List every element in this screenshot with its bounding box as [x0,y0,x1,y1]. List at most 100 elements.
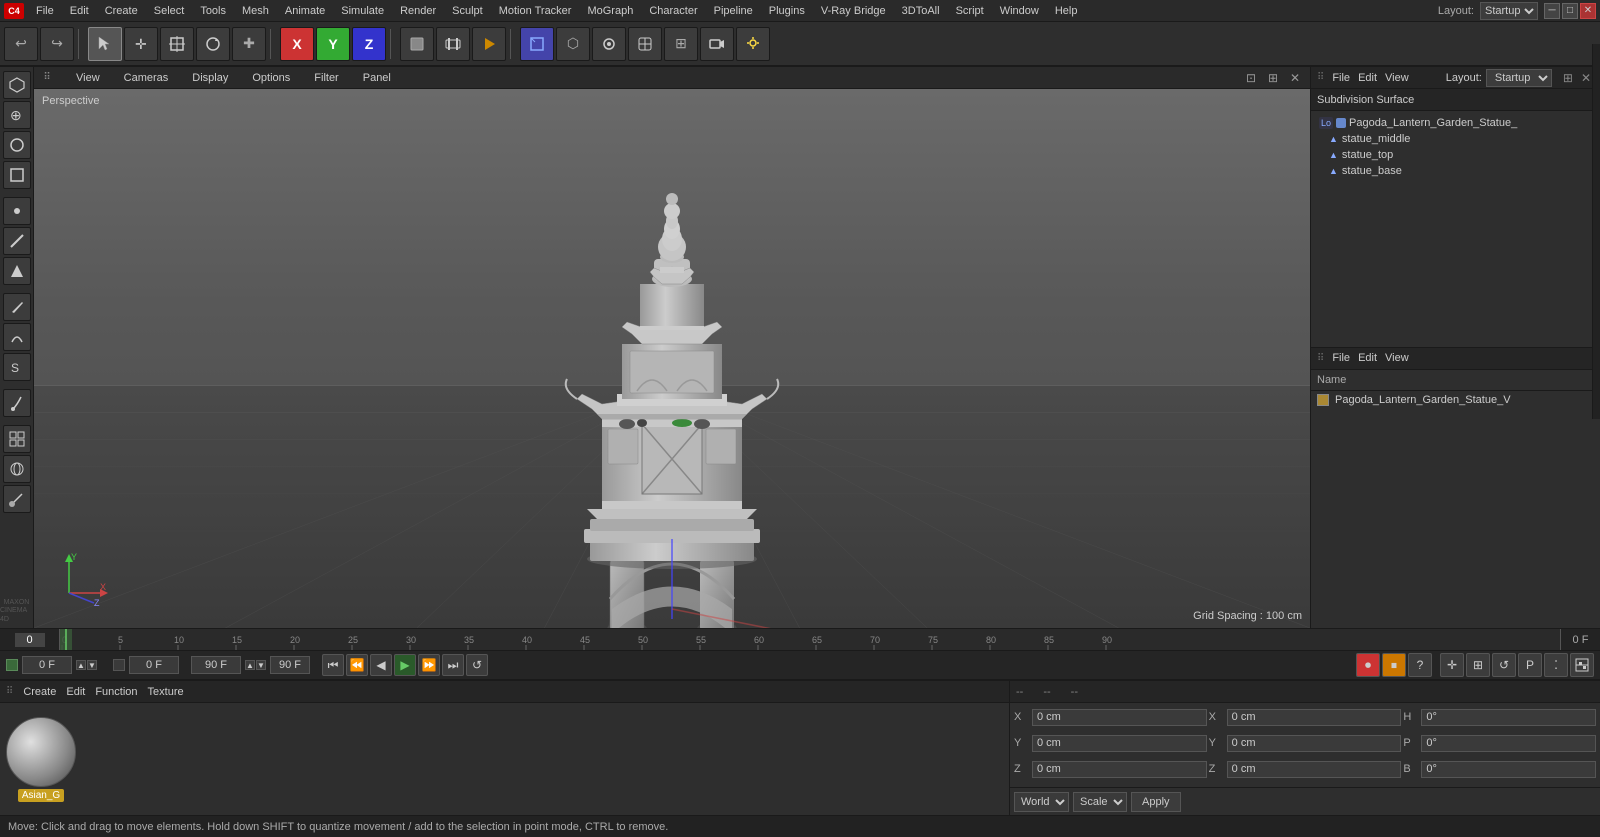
sidebar-smooth[interactable]: S [3,353,31,381]
menu-select[interactable]: Select [146,3,193,19]
menu-simulate[interactable]: Simulate [333,3,392,19]
dope-sheet-btn[interactable] [1570,653,1594,677]
menu-edit[interactable]: Edit [62,3,97,19]
transform-tool-btn[interactable]: ✚ [232,27,266,61]
vp-grip-icon[interactable]: ⠿ [40,71,54,85]
layout-select-rp[interactable]: Startup [1486,69,1552,87]
play-back-btn[interactable]: ◀ [370,654,392,676]
camera-btn[interactable] [700,27,734,61]
maximize-btn[interactable]: □ [1562,3,1578,19]
sidebar-knife[interactable] [3,293,31,321]
grid-view-btn[interactable]: ⊞ [664,27,698,61]
menu-sculpt[interactable]: Sculpt [444,3,491,19]
timeline-ruler[interactable]: 0 5 10 15 20 25 30 35 40 45 50 55 60 [60,629,1560,650]
sidebar-grid[interactable] [3,425,31,453]
sidebar-point-mode[interactable] [3,197,31,225]
vp-maximize-icon[interactable]: ⊡ [1242,69,1260,87]
scale-mode-select[interactable]: Scale [1073,792,1127,812]
frame-down-btn[interactable]: ▼ [87,660,97,670]
z-axis-btn[interactable]: Z [352,27,386,61]
select-tool-btn[interactable] [88,27,122,61]
menu-mograph[interactable]: MoGraph [579,3,641,19]
menu-3dtoall[interactable]: 3DToAll [894,3,948,19]
sidebar-brush[interactable] [3,389,31,417]
rpb-menu-view[interactable]: View [1385,352,1409,364]
scale-tool-btn[interactable] [160,27,194,61]
loop-btn[interactable]: ↺ [466,654,488,676]
vp-menu-options[interactable]: Options [246,70,296,86]
vp-menu-filter[interactable]: Filter [308,70,344,86]
vp-close-icon[interactable]: ✕ [1286,69,1304,87]
undo-btn[interactable]: ↩ [4,27,38,61]
menu-window[interactable]: Window [992,3,1047,19]
x-size-input[interactable] [1227,709,1402,726]
tree-item-statue-middle[interactable]: ▲ statue_middle [1325,131,1596,147]
dot-grid-btn[interactable]: ⁚ [1544,653,1568,677]
auto-key-btn[interactable]: ⏹ [1382,653,1406,677]
menu-pipeline[interactable]: Pipeline [706,3,761,19]
sidebar-paint[interactable] [3,485,31,513]
sidebar-bend[interactable] [3,323,31,351]
y-axis-btn[interactable]: Y [316,27,350,61]
menu-help[interactable]: Help [1047,3,1086,19]
light-btn[interactable] [736,27,770,61]
menu-plugins[interactable]: Plugins [761,3,813,19]
y-size-input[interactable] [1227,735,1402,752]
vp-menu-view[interactable]: View [70,70,106,86]
world-space-select[interactable]: World [1014,792,1069,812]
viewport[interactable]: Y X Z Perspective Grid Spacing : 100 cm [34,89,1310,628]
go-to-end-btn[interactable]: ⏭ [442,654,464,676]
vp-menu-cameras[interactable]: Cameras [118,70,175,86]
perspective-view-btn[interactable] [520,27,554,61]
end-down-btn[interactable]: ▼ [256,660,266,670]
key-all-btn[interactable]: ? [1408,653,1432,677]
sidebar-move-mode[interactable]: ⊕ [3,101,31,129]
p-rot-input[interactable] [1421,735,1596,752]
render-btn[interactable] [472,27,506,61]
step-fwd-btn[interactable]: ⏩ [418,654,440,676]
sidebar-scale-mode[interactable] [3,161,31,189]
vp-menu-display[interactable]: Display [186,70,234,86]
frame-up-btn[interactable]: ▲ [76,660,86,670]
b-rot-input[interactable] [1421,761,1596,778]
sidebar-rotate-mode[interactable] [3,131,31,159]
param-tool-pb[interactable]: P [1518,653,1542,677]
sidebar-edge-mode[interactable] [3,227,31,255]
object-mode-btn[interactable] [400,27,434,61]
menu-character[interactable]: Character [641,3,705,19]
sidebar-texture[interactable] [3,455,31,483]
menu-create[interactable]: Create [97,3,146,19]
rpb-menu-edit[interactable]: Edit [1358,352,1377,364]
object-entry-pagoda[interactable]: Pagoda_Lantern_Garden_Statue_V [1311,391,1600,409]
mat-menu-texture[interactable]: Texture [148,686,184,698]
tree-item-statue-top[interactable]: ▲ statue_top [1325,147,1596,163]
menu-animate[interactable]: Animate [277,3,333,19]
menu-render[interactable]: Render [392,3,444,19]
redo-btn[interactable]: ↪ [40,27,74,61]
rotate-tool-pb[interactable]: ↺ [1492,653,1516,677]
move-tool-pb[interactable]: ✛ [1440,653,1464,677]
top-view-btn[interactable]: ⬡ [556,27,590,61]
front-view-btn[interactable] [592,27,626,61]
tree-item-statue-base[interactable]: ▲ statue_base [1325,163,1596,179]
end-up-btn[interactable]: ▲ [245,660,255,670]
record-btn[interactable]: ⏺ [1356,653,1380,677]
y-pos-input[interactable] [1032,735,1207,752]
vp-menu-panel[interactable]: Panel [357,70,397,86]
menu-motion-tracker[interactable]: Motion Tracker [491,3,580,19]
z-pos-input[interactable] [1032,761,1207,778]
apply-button[interactable]: Apply [1131,792,1181,812]
move-tool-btn[interactable]: ✛ [124,27,158,61]
mat-menu-function[interactable]: Function [95,686,137,698]
rp-scrollbar-v[interactable] [1592,44,1600,419]
menu-mesh[interactable]: Mesh [234,3,277,19]
menu-vray[interactable]: V-Ray Bridge [813,3,894,19]
end-frame-input2[interactable] [270,656,310,674]
menu-tools[interactable]: Tools [192,3,234,19]
vp-tile-icon[interactable]: ⊞ [1264,69,1282,87]
cinema-mode-btn[interactable] [436,27,470,61]
pagoda-3d-object[interactable] [522,139,822,628]
h-rot-input[interactable] [1421,709,1596,726]
rp-menu-view[interactable]: View [1385,72,1409,84]
step-back-btn[interactable]: ⏪ [346,654,368,676]
